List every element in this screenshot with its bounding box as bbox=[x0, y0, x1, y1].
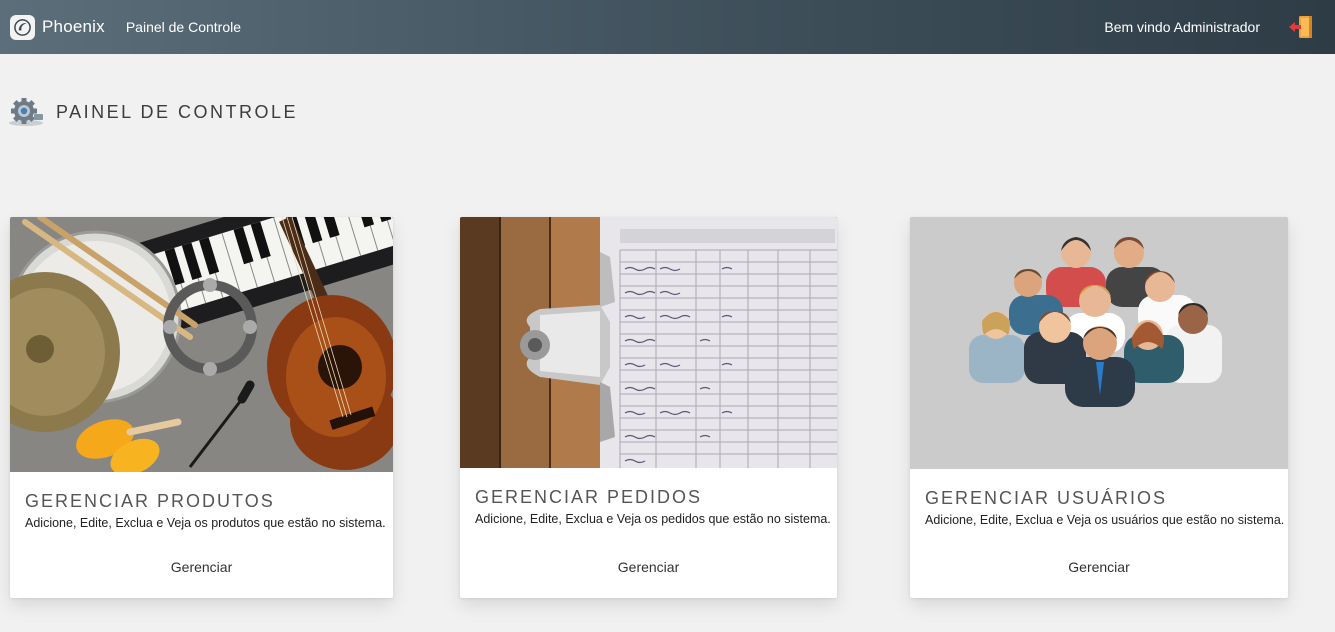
top-navbar: Phoenix Painel de Controle Bem vindo Adm… bbox=[0, 0, 1335, 54]
page-title: PAINEL DE CONTROLE bbox=[56, 101, 299, 122]
card-description: Adicione, Edite, Exclua e Veja os produt… bbox=[25, 516, 386, 530]
card-usuarios: GERENCIAR USUÁRIOS Adicione, Edite, Excl… bbox=[910, 217, 1288, 598]
navbar-right: Bem vindo Administrador bbox=[1104, 13, 1335, 41]
card-description: Adicione, Edite, Exclua e Veja os usuári… bbox=[925, 513, 1285, 527]
gear-settings-icon bbox=[9, 98, 43, 126]
card-description: Adicione, Edite, Exclua e Veja os pedido… bbox=[475, 512, 831, 526]
logout-door-icon[interactable] bbox=[1287, 13, 1315, 41]
musical-instruments-photo bbox=[10, 217, 393, 472]
welcome-text: Bem vindo Administrador bbox=[1104, 19, 1260, 35]
card-title: GERENCIAR USUÁRIOS bbox=[925, 488, 1168, 508]
brand-link[interactable]: Phoenix bbox=[10, 14, 105, 40]
card-title: GERENCIAR PEDIDOS bbox=[475, 487, 703, 507]
clipboard-orders-photo bbox=[460, 217, 837, 468]
gerenciar-usuarios-button[interactable]: Gerenciar bbox=[910, 559, 1288, 575]
gerenciar-produtos-button[interactable]: Gerenciar bbox=[10, 559, 393, 575]
phoenix-logo-icon bbox=[10, 14, 35, 40]
nav-link-painel-de-controle[interactable]: Painel de Controle bbox=[126, 19, 241, 35]
card-title: GERENCIAR PRODUTOS bbox=[25, 491, 275, 511]
page-heading: PAINEL DE CONTROLE bbox=[8, 96, 298, 128]
users-group-illustration bbox=[910, 217, 1288, 469]
card-pedidos: GERENCIAR PEDIDOS Adicione, Edite, Exclu… bbox=[460, 217, 837, 598]
brand-name: Phoenix bbox=[42, 17, 105, 36]
card-produtos: GERENCIAR PRODUTOS Adicione, Edite, Excl… bbox=[10, 217, 393, 598]
gerenciar-pedidos-button[interactable]: Gerenciar bbox=[460, 559, 837, 575]
